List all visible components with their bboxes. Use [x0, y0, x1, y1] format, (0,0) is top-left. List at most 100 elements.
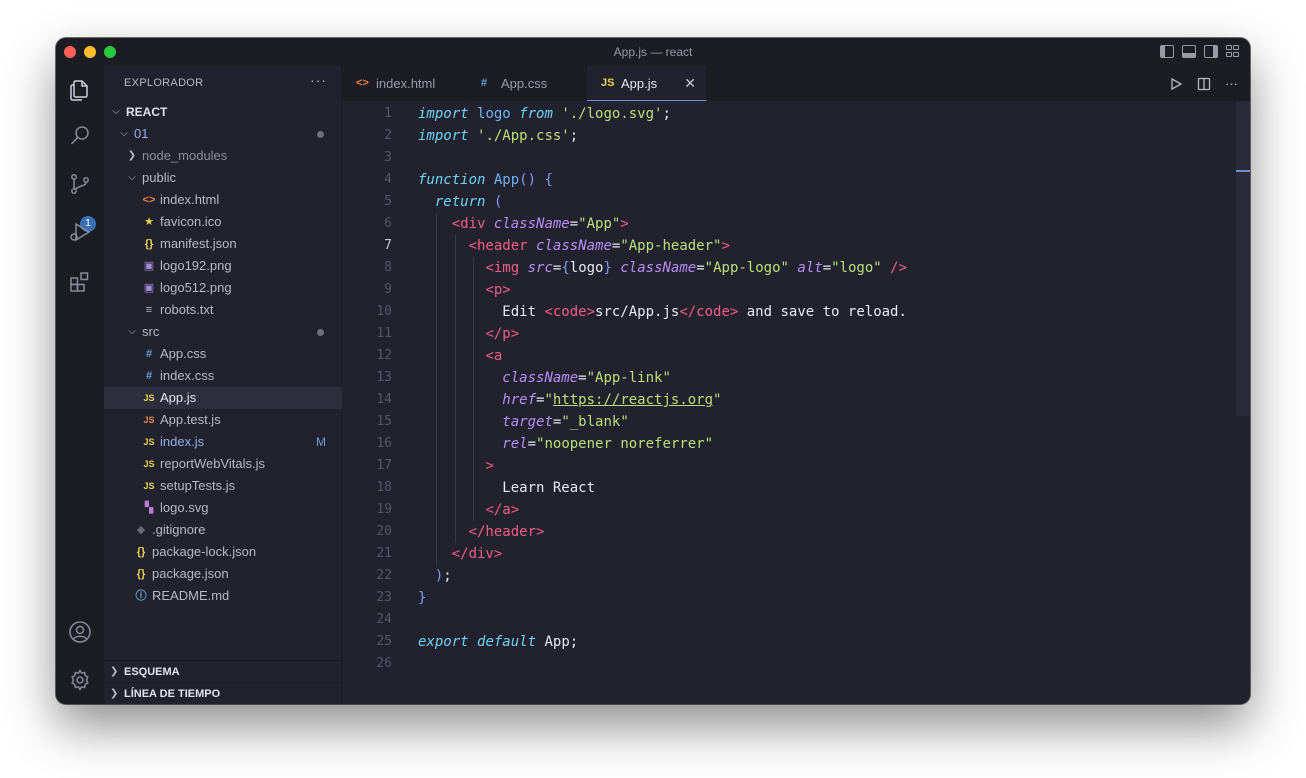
window-title: App.js — react	[613, 45, 693, 59]
settings-icon[interactable]	[68, 668, 92, 692]
code-token: </header>	[468, 524, 545, 540]
customize-layout-icon[interactable]	[1226, 45, 1240, 58]
html-file-icon: <>	[356, 77, 369, 89]
tree-item[interactable]: ⌵ public	[104, 167, 342, 189]
code-token: }	[418, 590, 427, 606]
tree-item-label: reportWebVitals.js	[160, 456, 266, 471]
code-token: <p>	[485, 282, 511, 298]
split-editor-icon[interactable]	[1197, 77, 1211, 91]
code-token: "_blank"	[561, 414, 629, 430]
code-token: <header	[468, 238, 528, 254]
code-token: rel	[502, 436, 528, 452]
tab-label: App.css	[501, 76, 548, 91]
code-token: Edit	[418, 304, 545, 320]
file-type-icon: ▚	[144, 502, 154, 514]
tree-item[interactable]: JS App.test.js	[104, 409, 342, 431]
toggle-panel-icon[interactable]	[1182, 45, 1196, 58]
tab-app-css[interactable]: # App.css	[467, 66, 587, 101]
tree-item[interactable]: ▣ logo512.png	[104, 277, 342, 299]
file-type-icon: ⓘ	[135, 590, 147, 602]
chevron-down-icon: ⌵	[112, 106, 120, 117]
code-token: ()	[519, 172, 537, 188]
file-type-icon: <>	[142, 194, 156, 206]
tree-item[interactable]: JS App.js	[104, 387, 342, 409]
line-number: 6	[384, 216, 392, 231]
tree-item[interactable]: {} package-lock.json	[104, 541, 342, 563]
code-token: className	[620, 260, 697, 276]
toggle-secondary-sidebar-icon[interactable]	[1204, 45, 1218, 58]
code-text: >	[418, 455, 493, 477]
run-debug-icon[interactable]	[68, 220, 92, 244]
tree-item[interactable]: ★ favicon.ico	[104, 211, 342, 233]
run-icon[interactable]	[1169, 77, 1183, 91]
tree-item-label: logo192.png	[160, 258, 232, 273]
timeline-section[interactable]: ❯ LÍNEA DE TIEMPO	[104, 682, 342, 704]
line-number: 5	[384, 194, 392, 209]
tab-app-js[interactable]: JS App.js ✕	[587, 66, 707, 101]
toggle-primary-sidebar-icon[interactable]	[1160, 45, 1174, 58]
code-line: 10 Edit <code>src/App.js</code> and save…	[342, 301, 1250, 323]
tree-item[interactable]: {} manifest.json	[104, 233, 342, 255]
tree-item[interactable]: ⌵ REACT	[104, 101, 342, 123]
tree-item[interactable]: {} package.json	[104, 563, 342, 585]
code-token: =	[696, 260, 705, 276]
extensions-icon[interactable]	[68, 270, 92, 294]
more-actions-icon[interactable]: ···	[1225, 66, 1238, 101]
search-icon[interactable]	[68, 124, 92, 148]
tree-item[interactable]: JS setupTests.js	[104, 475, 342, 497]
line-number: 17	[376, 458, 392, 473]
tree-item[interactable]: ◆ .gitignore	[104, 519, 342, 541]
code-line: 21 </div>	[342, 543, 1250, 565]
tree-item[interactable]: ▣ logo192.png	[104, 255, 342, 277]
source-control-icon[interactable]	[68, 172, 92, 196]
file-type-icon: JS	[143, 481, 155, 491]
tree-item[interactable]: JS index.js M	[104, 431, 342, 453]
code-line: 25 export default App;	[342, 631, 1250, 653]
account-icon[interactable]	[68, 620, 92, 644]
code-text: import './App.css';	[418, 125, 578, 147]
modified-folder-dot	[317, 329, 324, 336]
code-editor[interactable]: 1 import logo from './logo.svg'; 2 import '…	[342, 101, 1250, 704]
tree-item[interactable]: # App.css	[104, 343, 342, 365]
tree-item[interactable]: # index.css	[104, 365, 342, 387]
tree-item[interactable]: JS reportWebVitals.js	[104, 453, 342, 475]
explorer-icon[interactable]	[68, 78, 92, 102]
code-line: 16 rel="noopener noreferrer"	[342, 433, 1250, 455]
tree-item[interactable]: <> index.html	[104, 189, 342, 211]
code-token: return	[434, 194, 486, 210]
code-line: 8 <img src={logo} className="App-logo" a…	[342, 257, 1250, 279]
code-line: 23}	[342, 587, 1250, 609]
title-bar: App.js — react	[56, 38, 1250, 66]
close-tab-icon[interactable]: ✕	[684, 66, 696, 101]
line-number: 25	[376, 634, 392, 649]
line-number: 9	[384, 282, 392, 297]
tree-item[interactable]: ▚ logo.svg	[104, 497, 342, 519]
code-token: src	[527, 260, 553, 276]
tree-item[interactable]: ⌵ 01	[104, 123, 342, 145]
explorer-more-icon[interactable]: ···	[310, 72, 327, 88]
line-number: 14	[376, 392, 392, 407]
tree-item[interactable]: ⓘ README.md	[104, 585, 342, 607]
editor-actions: ···	[1169, 66, 1238, 101]
outline-section[interactable]: ❯ ESQUEMA	[104, 660, 342, 682]
line-number: 18	[376, 480, 392, 495]
code-text: <p>	[418, 279, 511, 301]
file-type-icon: #	[145, 348, 153, 360]
line-number: 4	[384, 172, 392, 187]
code-line: 3	[342, 147, 1250, 169]
code-text: );	[418, 565, 452, 587]
tab-index-html[interactable]: <> index.html	[342, 66, 467, 101]
code-token: "logo"	[831, 260, 882, 276]
tree-item[interactable]: ⌵ src	[104, 321, 342, 343]
file-type-icon: ★	[144, 216, 154, 228]
code-line: 11 </p>	[342, 323, 1250, 345]
tree-item[interactable]: ≡ robots.txt	[104, 299, 342, 321]
tree-item[interactable]: ❯ node_modules	[104, 145, 342, 167]
code-token: ;	[443, 568, 452, 584]
code-token: ;	[569, 128, 579, 144]
